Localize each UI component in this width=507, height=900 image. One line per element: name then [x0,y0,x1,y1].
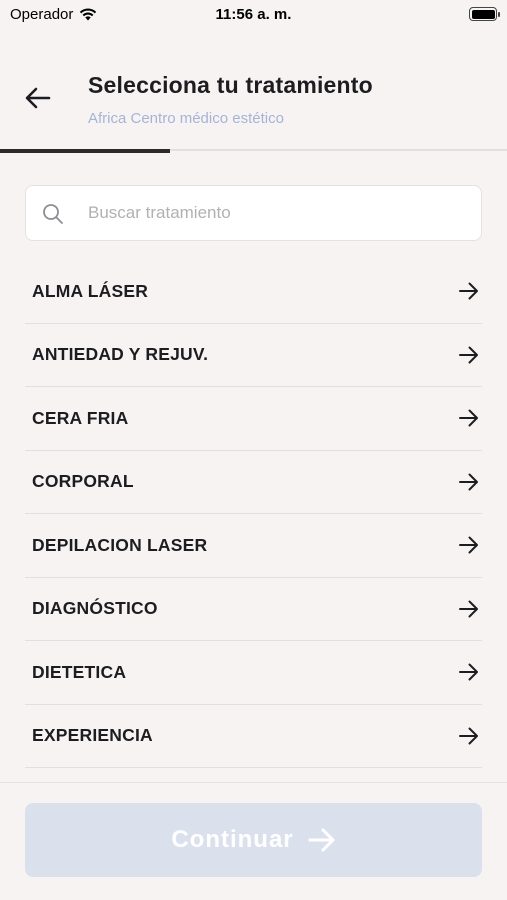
treatment-item[interactable]: DIETETICA [25,641,482,705]
treatment-label: DIETETICA [32,661,127,682]
continue-label: Continuar [171,826,294,853]
arrow-right-icon [459,282,478,300]
continue-button[interactable]: Continuar [25,803,482,877]
treatment-label: DIAGNÓSTICO [32,598,158,619]
arrow-right-icon [459,600,478,618]
header: Selecciona tu tratamiento Africa Centro … [0,60,507,150]
treatment-item[interactable]: DIAGNÓSTICO [25,578,482,641]
search-box[interactable] [25,185,482,241]
search-icon [43,204,63,224]
treatment-label: ALMA LÁSER [32,280,149,301]
arrow-right-icon [459,473,478,491]
page-title: Selecciona tu tratamiento [88,72,373,98]
back-button[interactable] [22,82,54,114]
arrow-right-icon [459,409,478,427]
treatment-item[interactable]: DEPILACION LASER [25,514,482,578]
treatment-label: CORPORAL [32,471,134,492]
treatment-label: ANTIEDAD Y REJUV. [32,344,209,365]
treatment-list: ALMA LÁSER ANTIEDAD Y REJUV. CERA FRIA CORP… [25,260,482,768]
arrow-right-icon [459,536,478,554]
treatment-label: EXPERIENCIA [32,725,153,746]
arrow-left-icon [25,87,51,109]
treatment-item[interactable]: CERA FRIA [25,387,482,451]
arrow-right-icon [459,346,478,364]
page-subtitle: Africa Centro médico estético [88,110,284,127]
footer: Continuar [0,782,507,900]
treatment-item[interactable]: CORPORAL [25,451,482,514]
treatment-item[interactable]: EXPERIENCIA [25,705,482,768]
status-bar: Operador 11:56 a. m. [0,0,507,30]
status-time: 11:56 a. m. [215,6,292,23]
search-input[interactable] [88,186,468,240]
battery-icon [469,7,500,21]
arrow-right-icon [308,828,335,852]
progress-fill [0,149,170,153]
treatment-label: CERA FRIA [32,407,129,428]
arrow-right-icon [459,663,478,681]
treatment-label: DEPILACION LASER [32,534,208,555]
treatment-item[interactable]: ANTIEDAD Y REJUV. [25,324,482,387]
treatment-item[interactable]: ALMA LÁSER [25,260,482,324]
arrow-right-icon [459,727,478,745]
